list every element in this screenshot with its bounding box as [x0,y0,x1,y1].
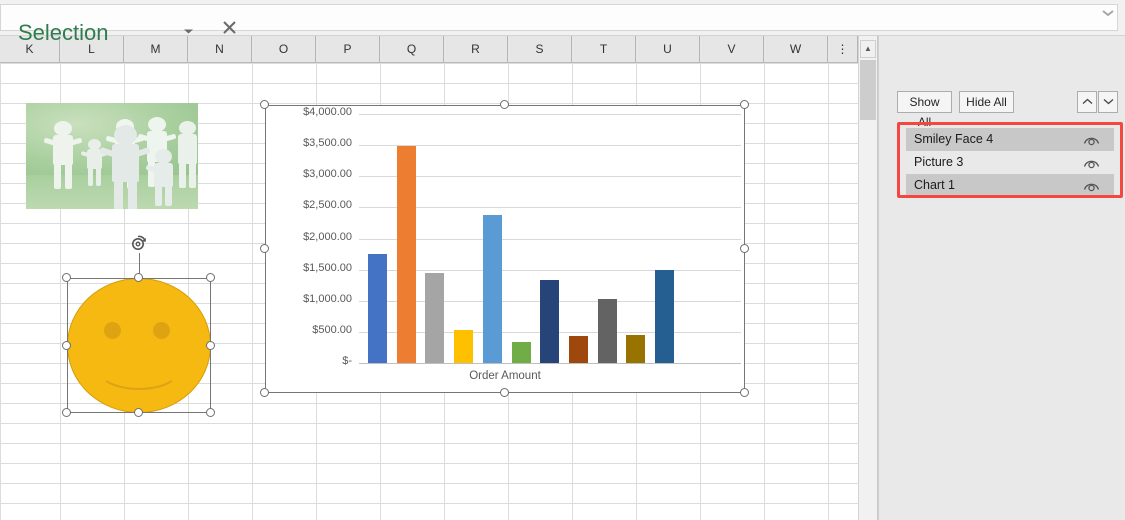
chart-x-axis-title: Order Amount [266,370,744,382]
eye-icon[interactable] [1083,132,1100,147]
chart-object[interactable]: $4,000.00 $3,500.00 $3,000.00 $2,500.00 $2,0… [265,105,745,393]
close-icon[interactable] [218,20,240,42]
grid-line-horizontal [0,423,878,424]
column-header-O[interactable]: O [252,36,316,62]
smiley-mouth-icon [97,348,181,390]
grid-line-horizontal [0,63,878,64]
chart-handle-ml[interactable] [260,244,269,253]
chart-y-tick-label: $500.00 [266,324,352,336]
chart-bar[interactable] [512,342,531,363]
figure-front-adult [106,125,146,209]
selection-pane-item-label: Chart 1 [914,174,955,197]
chart-y-tick-label: $4,000.00 [266,106,352,118]
chart-y-tick-label: $2,000.00 [266,231,352,243]
smiley-handle-bc[interactable] [134,408,143,417]
smiley-eye-right-icon [153,322,170,339]
move-down-button[interactable] [1098,91,1118,113]
chart-y-tick-label: $3,000.00 [266,168,352,180]
chart-handle-tr[interactable] [740,100,749,109]
grid-line-horizontal [0,83,878,84]
grid-line-horizontal [0,463,878,464]
smiley-handle-bl[interactable] [62,408,71,417]
chart-handle-br[interactable] [740,388,749,397]
smiley-handle-tl[interactable] [62,273,71,282]
smiley-face-shape[interactable] [67,278,211,413]
smiley-handle-ml[interactable] [62,341,71,350]
column-header-V[interactable]: V [700,36,764,62]
column-header-T[interactable]: T [572,36,636,62]
column-header-⋮[interactable]: ⋮ [828,36,858,62]
chart-bar[interactable] [569,336,588,363]
grid-line-horizontal [0,443,878,444]
chart-y-tick-label: $1,500.00 [266,262,352,274]
chart-y-tick-label: $- [266,355,352,367]
excel-window: KLMNOPQRSTUVW⋮ ▲ [0,0,1125,520]
hide-all-button[interactable]: Hide All [959,91,1014,113]
chart-handle-bc[interactable] [500,388,509,397]
smiley-handle-tc[interactable] [134,273,143,282]
smiley-eye-left-icon [104,322,121,339]
smiley-handle-tr[interactable] [206,273,215,282]
grid-line-vertical [764,63,765,520]
selection-pane-item[interactable]: Smiley Face 4 [906,128,1114,151]
smiley-handle-br[interactable] [206,408,215,417]
grid-line-horizontal [0,483,878,484]
pane-title: Selection [18,20,109,46]
chart-bar[interactable] [626,335,645,363]
grid-line-vertical [0,63,1,520]
column-header-W[interactable]: W [764,36,828,62]
smiley-handle-mr[interactable] [206,341,215,350]
figure-front-child [150,149,178,207]
formula-bar-strip [0,0,1125,36]
chart-bar[interactable] [368,254,387,363]
figure-back-left [48,121,78,193]
chart-bar[interactable] [483,215,502,363]
grid-line-vertical [252,63,253,520]
chart-bar-series[interactable] [363,114,679,363]
column-header-row: KLMNOPQRSTUVW⋮ [0,36,878,63]
chart-handle-tl[interactable] [260,100,269,109]
eye-icon[interactable] [1083,155,1100,170]
scrollbar-thumb[interactable] [860,60,876,120]
grid-line-horizontal [0,503,878,504]
chart-y-tick-label: $3,500.00 [266,137,352,149]
chart-axis-line [359,363,741,364]
chart-y-tick-label: $1,000.00 [266,293,352,305]
selection-pane-item-label: Smiley Face 4 [914,128,993,151]
smiley-face-circle [67,278,211,413]
move-up-button[interactable] [1077,91,1097,113]
column-header-S[interactable]: S [508,36,572,62]
rotate-handle-icon[interactable] [130,235,148,253]
column-header-U[interactable]: U [636,36,700,62]
chart-y-tick-label: $2,500.00 [266,199,352,211]
picture-object[interactable] [26,103,198,209]
column-header-Q[interactable]: Q [380,36,444,62]
chart-handle-mr[interactable] [740,244,749,253]
chart-bar[interactable] [454,330,473,363]
selection-pane-item[interactable]: Picture 3 [906,151,1114,174]
chart-plot-area: $4,000.00 $3,500.00 $3,000.00 $2,500.00 $2,0… [266,106,744,392]
chart-bar[interactable] [540,280,559,363]
eye-icon[interactable] [1083,178,1100,193]
chevron-down-icon[interactable] [1101,8,1115,22]
chart-bar[interactable] [397,146,416,363]
selection-pane-item-label: Picture 3 [914,151,963,174]
selection-pane-object-list: Smiley Face 4Picture 3Chart 1 [906,128,1114,197]
column-header-R[interactable]: R [444,36,508,62]
chart-bar[interactable] [598,299,617,363]
chart-handle-bl[interactable] [260,388,269,397]
chevron-down-icon[interactable] [178,22,198,42]
show-all-button[interactable]: Show All [897,91,952,113]
chart-handle-tc[interactable] [500,100,509,109]
formula-input[interactable] [0,4,1118,31]
selection-pane-item[interactable]: Chart 1 [906,174,1114,197]
grid-line-vertical [828,63,829,520]
column-header-P[interactable]: P [316,36,380,62]
scroll-up-button[interactable]: ▲ [860,40,876,58]
chart-bar[interactable] [655,270,674,363]
chart-bar[interactable] [425,273,444,363]
